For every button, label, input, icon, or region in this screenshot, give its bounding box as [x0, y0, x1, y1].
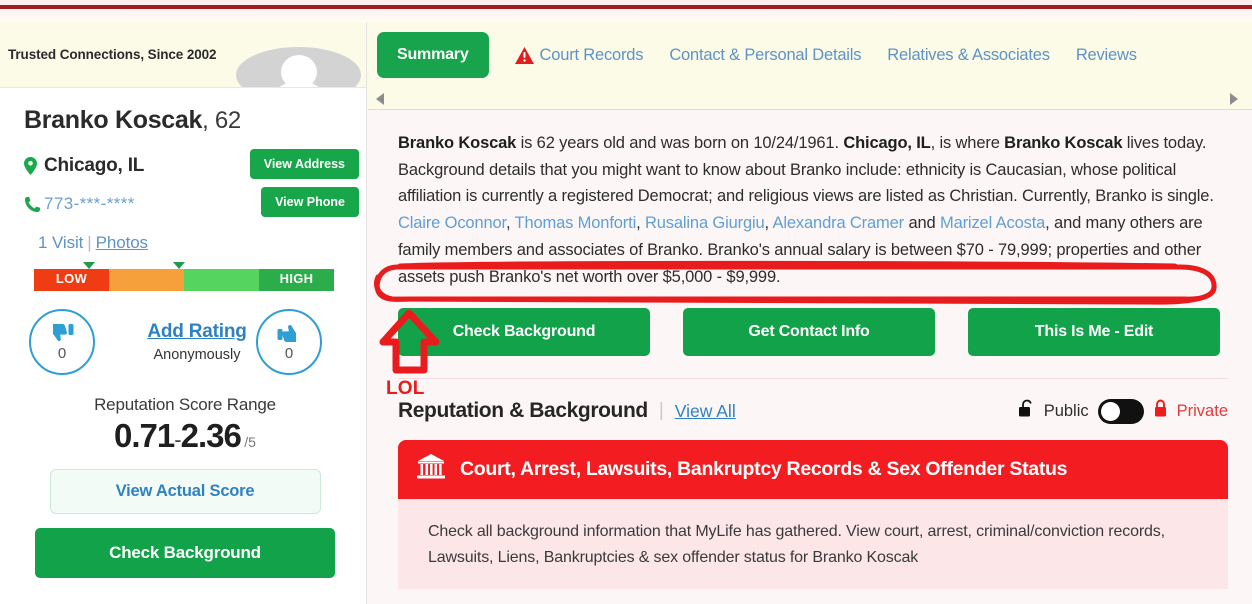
relative-link-5[interactable]: Marizel Acosta [940, 214, 1045, 232]
brand-banner: Trusted Connections, Since 2002 [0, 22, 366, 88]
thumb-up-count: 0 [284, 344, 294, 362]
thumb-up-icon [277, 324, 296, 342]
court-records-card[interactable]: Court, Arrest, Lawsuits, Bankruptcy Reco… [398, 440, 1228, 589]
score-out-of: /5 [244, 434, 256, 450]
warning-triangle-icon [514, 46, 534, 64]
courthouse-icon [416, 453, 446, 486]
privacy-toggle-knob [1100, 401, 1120, 421]
view-address-button[interactable]: View Address [249, 149, 359, 179]
reputation-section-header: Reputation & Background | View All Publi… [398, 395, 1228, 427]
tab-scroll-strip [368, 88, 1252, 110]
private-label: Private [1176, 401, 1228, 420]
visits-separator: | [87, 233, 92, 252]
relative-link-2[interactable]: Thomas Monforti [515, 214, 637, 232]
thumb-down-button[interactable]: 0 [29, 309, 95, 375]
court-records-card-header: Court, Arrest, Lawsuits, Bankruptcy Reco… [398, 440, 1228, 500]
score-max: 2.36 [180, 417, 242, 454]
top-red-rule [0, 5, 1252, 9]
tagline: Trusted Connections, Since 2002 [8, 47, 217, 62]
rating-controls: 0 Add Rating Anonymously 0 [24, 309, 346, 385]
score-title: Reputation Score Range [94, 395, 276, 414]
tab-court-records-label: Court Records [539, 45, 644, 64]
location-text: Chicago, IL [44, 155, 145, 176]
main-content-panel: Summary Court Records Contact & Personal… [368, 22, 1252, 604]
bio-text-1: is 62 years old and was born on 10/24/19… [516, 134, 844, 152]
check-background-button-sidebar[interactable]: Check Background [35, 528, 335, 578]
page-root: Trusted Connections, Since 2002 Branko K… [0, 0, 1252, 604]
bio-and: and [904, 214, 940, 233]
thumb-down-count: 0 [57, 344, 67, 362]
map-pin-icon [24, 157, 44, 175]
tab-contact-personal-details[interactable]: Contact & Personal Details [669, 46, 861, 65]
check-background-button[interactable]: Check Background [398, 308, 650, 357]
phone-text: 773-***-**** [44, 194, 135, 213]
meter-low-label: LOW [55, 271, 88, 286]
bio-sep-2: , [636, 214, 645, 233]
meter-segment-3 [184, 269, 259, 291]
this-is-me-edit-button[interactable]: This Is Me - Edit [968, 308, 1220, 357]
photos-link[interactable]: Photos [96, 233, 148, 252]
bio-sep-3: , [764, 214, 773, 233]
reputation-title: Reputation & Background [398, 399, 648, 423]
thumb-up-button[interactable]: 0 [256, 309, 322, 375]
score-value: 0.71-2.36 /5 [24, 417, 346, 455]
phone-row: 773-***-**** View Phone [24, 187, 359, 217]
phone-icon [24, 196, 44, 213]
reputation-meter: LOW HIGH [34, 262, 334, 291]
thumb-down-icon [53, 323, 74, 341]
meter-marker-1 [83, 262, 95, 269]
score-min: 0.71 [114, 417, 175, 454]
cta-button-row: Check Background Get Contact Info This I… [398, 308, 1228, 357]
court-records-card-title: Court, Arrest, Lawsuits, Bankruptcy Reco… [460, 458, 1068, 481]
meter-marker-2 [173, 262, 185, 269]
bio-name-2: Branko Koscak [1004, 134, 1123, 152]
relative-link-1[interactable]: Claire Oconnor [398, 214, 506, 232]
meter-segment-low: LOW [34, 269, 109, 291]
visit-count: 1 Visit [38, 233, 84, 252]
unlock-icon [1018, 399, 1035, 423]
location-row: Chicago, IL View Address [24, 149, 359, 179]
bio-name-1: Branko Koscak [398, 134, 517, 152]
tab-summary[interactable]: Summary [377, 32, 489, 78]
section-divider [398, 378, 1228, 380]
tab-reviews[interactable]: Reviews [1076, 46, 1137, 65]
tab-bar: Summary Court Records Contact & Personal… [368, 22, 1252, 88]
court-records-card-body: Check all background information that My… [398, 499, 1228, 589]
bio-city: Chicago, IL [843, 134, 931, 152]
meter-high-label: HIGH [279, 271, 314, 286]
reputation-divider: | [658, 400, 664, 422]
privacy-toggle-group: Public Private [1018, 395, 1228, 427]
person-avatar-icon [236, 47, 361, 87]
relative-link-3[interactable]: Rusalina Giurgiu [645, 214, 765, 232]
page-title: Branko Koscak, 62 [24, 106, 346, 135]
bio-paragraph: Branko Koscak is 62 years old and was bo… [398, 130, 1228, 290]
top-strip [0, 0, 1252, 22]
bio-sep-1: , [505, 214, 515, 233]
tab-court-records[interactable]: Court Records [514, 45, 644, 65]
summary-content: Branko Koscak is 62 years old and was bo… [368, 110, 1252, 604]
tab-relatives-associates[interactable]: Relatives & Associates [887, 46, 1050, 65]
person-age: 62 [214, 107, 241, 134]
meter-segment-high: HIGH [259, 269, 334, 291]
reputation-meter-bar: LOW HIGH [34, 269, 334, 291]
lock-icon [1153, 399, 1168, 423]
relative-link-4[interactable]: Alexandra Cramer [773, 214, 905, 232]
view-phone-button[interactable]: View Phone [261, 187, 359, 217]
left-profile-panel: Trusted Connections, Since 2002 Branko K… [0, 22, 367, 604]
public-label: Public [1043, 401, 1089, 420]
person-name: Branko Koscak [24, 106, 203, 134]
view-all-link[interactable]: View All [675, 401, 736, 422]
scroll-right-arrow-icon[interactable] [1230, 93, 1238, 105]
visits-row: 1 Visit | Photos [24, 233, 346, 253]
bio-text-2: , is where [930, 134, 1005, 152]
scroll-left-arrow-icon[interactable] [376, 93, 384, 105]
view-actual-score-button[interactable]: View Actual Score [49, 469, 321, 514]
privacy-toggle[interactable] [1097, 398, 1144, 424]
get-contact-info-button[interactable]: Get Contact Info [683, 308, 935, 357]
meter-segment-2 [109, 269, 184, 291]
